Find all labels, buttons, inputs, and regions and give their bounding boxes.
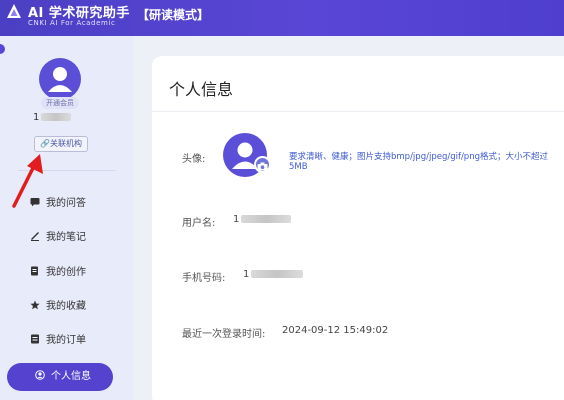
sidebar-item-label: 我的创作 — [46, 267, 86, 278]
avatar-hint: 要求清晰、健康；图片支持bmp/jpg/jpeg/gif/png格式；大小不超过… — [289, 152, 548, 172]
sidebar-username: 1 — [33, 112, 72, 123]
user-circle-icon — [35, 370, 45, 380]
user-avatar-icon — [48, 67, 72, 92]
sidebar-item-notes[interactable]: 我的笔记 — [30, 229, 86, 247]
username-text: 1 — [233, 214, 240, 225]
pen-icon — [31, 232, 39, 241]
sidebar-item-label: 我的笔记 — [46, 232, 86, 243]
red-arrow-annotation — [12, 154, 43, 208]
order-icon — [31, 334, 39, 344]
blurred-text — [241, 215, 292, 223]
upload-avatar-button[interactable] — [254, 156, 271, 173]
phone-text: 1 — [243, 269, 250, 280]
logo-icon — [7, 4, 21, 18]
sidebar-item-creations[interactable]: 我的创作 — [30, 264, 86, 282]
username-label: 用户名: — [182, 218, 216, 229]
camera-icon — [257, 162, 268, 171]
sidebar-item-favorites[interactable]: 我的收藏 — [30, 298, 86, 316]
link-org-button[interactable]: 🔗关联机构 — [34, 136, 88, 152]
sidebar-item-label: 我的收藏 — [46, 301, 86, 312]
last-login-label: 最近一次登录时间: — [182, 329, 266, 340]
link-icon: 🔗 — [40, 139, 50, 148]
username-value: 1 — [233, 214, 292, 225]
mode-tag[interactable]: 【研读模式】 — [137, 6, 209, 23]
avatar[interactable] — [39, 58, 81, 100]
sidebar-item-orders[interactable]: 我的订单 — [30, 332, 86, 350]
member-badge[interactable]: 开通会员 — [41, 97, 79, 109]
sidebar-username-text: 1 — [33, 112, 40, 123]
last-login-value: 2024-09-12 15:49:02 — [282, 325, 389, 336]
sidebar-item-profile[interactable]: 个人信息 — [7, 363, 113, 391]
page-title: 个人信息 — [169, 80, 234, 99]
phone-label: 手机号码: — [182, 273, 226, 284]
blurred-text — [41, 113, 72, 121]
star-icon — [30, 300, 40, 310]
link-org-label: 关联机构 — [49, 139, 82, 148]
edit-doc-icon — [31, 266, 38, 276]
top-bar: AI 学术研究助手 CNKI AI For Academic 【研读模式】 — [0, 0, 564, 36]
sidebar-item-label: 我的问答 — [46, 198, 86, 209]
sidebar-item-label: 我的订单 — [46, 335, 86, 346]
sidebar-item-label: 个人信息 — [51, 371, 91, 382]
divider — [152, 111, 564, 112]
phone-value: 1 — [243, 269, 304, 280]
app-subtitle: CNKI AI For Academic — [28, 19, 116, 27]
avatar-label: 头像: — [182, 154, 206, 165]
blurred-text — [251, 270, 304, 278]
